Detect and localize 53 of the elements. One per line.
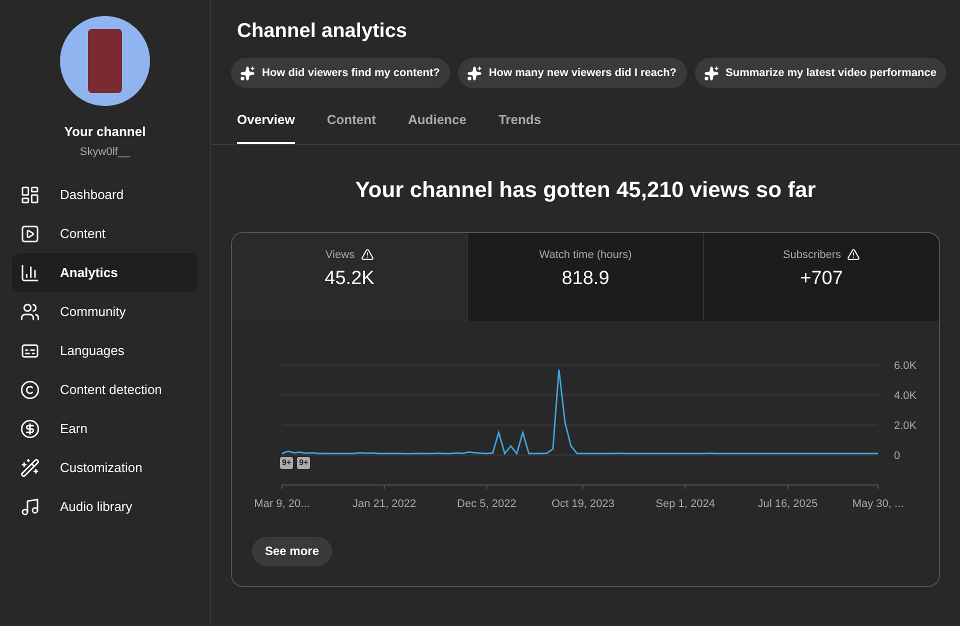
sidebar-item[interactable]: Languages	[12, 331, 198, 370]
page-title: Channel analytics	[237, 19, 408, 44]
sidebar-item[interactable]: Customization	[12, 448, 198, 487]
sidebar-item[interactable]: Content	[12, 214, 198, 253]
sidebar-item[interactable]: Dashboard	[12, 175, 198, 214]
copyright-icon	[20, 380, 40, 400]
metric-value: 45.2K	[324, 267, 374, 291]
x-tick-label: Sep 1, 2024	[656, 498, 716, 510]
suggestion-chip[interactable]: Summarize my latest video performance	[694, 58, 946, 88]
metric-label: Watch time (hours)	[539, 248, 632, 262]
metric-label: Views	[325, 248, 355, 262]
play-icon	[20, 224, 40, 244]
marker-badge[interactable]: 9+	[280, 456, 294, 468]
tab[interactable]: Content	[326, 110, 376, 144]
sidebar-item[interactable]: Content detection	[12, 370, 198, 409]
channel-handle: Skyw0lf__	[80, 144, 130, 160]
metric-value: +707	[800, 267, 843, 291]
sidebar-item[interactable]: Analytics	[12, 253, 198, 292]
sparkle-icon	[466, 66, 482, 80]
magic-wand-icon	[20, 458, 40, 478]
sidebar-item[interactable]: Community	[12, 292, 198, 331]
views-headline: Your channel has gotten 45,210 views so far	[354, 176, 817, 204]
tab[interactable]: Overview	[237, 110, 295, 144]
x-tick-label: May 30, ...	[852, 498, 904, 510]
marker-badge[interactable]: 9+	[297, 456, 310, 468]
suggestion-chip[interactable]: How many new viewers did I reach?	[458, 58, 687, 88]
y-tick-label: 4.0K	[894, 390, 917, 402]
y-tick-label: 2.0K	[894, 420, 917, 432]
y-tick-label: 0	[894, 450, 900, 462]
x-tick-label: Dec 5, 2022	[457, 498, 516, 510]
sparkle-icon	[704, 66, 719, 80]
people-icon	[20, 302, 40, 322]
metric-tab[interactable]: Watch time (hours) 818.9	[467, 232, 703, 320]
tab[interactable]: Trends	[498, 110, 542, 144]
sparkle-icon	[240, 66, 255, 80]
x-tick-label: Mar 9, 20...	[254, 498, 310, 510]
x-tick-label: Oct 19, 2023	[552, 498, 614, 510]
bar-chart-icon	[20, 262, 40, 282]
x-tick-label: Jan 21, 2022	[352, 498, 416, 510]
x-tick-label: Jul 16, 2025	[758, 498, 818, 510]
metric-value: 818.9	[562, 267, 610, 291]
music-note-icon	[20, 496, 40, 516]
see-more-button[interactable]: See more	[252, 536, 332, 566]
dashboard-icon	[20, 184, 40, 204]
metric-label: Subscribers	[782, 248, 842, 262]
suggestion-chip[interactable]: How did viewers find my content?	[231, 58, 450, 88]
metric-tab[interactable]: Subscribers +707	[703, 232, 939, 320]
tab[interactable]: Audience	[408, 110, 466, 144]
sidebar-item[interactable]: Earn	[12, 409, 198, 448]
y-tick-label: 6.0K	[894, 360, 917, 372]
channel-label: Your channel	[64, 123, 146, 141]
sidebar-item[interactable]: Audio library	[12, 487, 198, 526]
dollar-icon	[20, 418, 40, 438]
